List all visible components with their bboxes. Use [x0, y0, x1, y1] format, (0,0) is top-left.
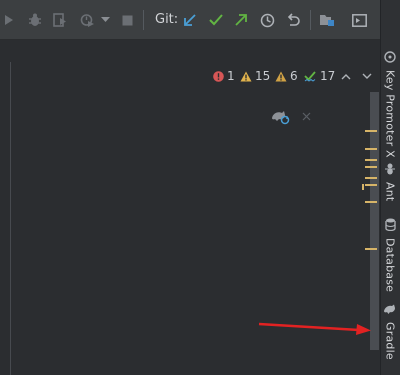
typo-count: 17	[320, 69, 336, 83]
tab-key-promoter-x[interactable]: Key Promoter X	[380, 48, 400, 158]
error-counter[interactable]: 1	[212, 69, 235, 83]
main-toolbar: Git:	[0, 0, 380, 40]
database-icon	[384, 216, 396, 235]
warning-marker[interactable]	[365, 148, 377, 150]
ant-icon	[384, 160, 396, 179]
editor-gutter-border	[10, 62, 11, 375]
warning-marker[interactable]	[365, 248, 377, 250]
profile-icon[interactable]	[78, 11, 96, 29]
tab-database-label: Database	[383, 238, 397, 293]
weak-warning-counter[interactable]: 6	[275, 69, 298, 83]
close-icon[interactable]	[300, 109, 312, 123]
terminal-icon[interactable]	[350, 11, 368, 29]
weak-warning-count: 6	[290, 69, 298, 83]
toolbar-separator	[310, 10, 311, 30]
tab-gradle[interactable]: Gradle	[380, 300, 400, 360]
coverage-icon[interactable]	[51, 11, 69, 29]
git-commit-icon[interactable]	[207, 11, 225, 29]
error-stripe[interactable]	[362, 92, 379, 350]
warning-marker[interactable]	[365, 130, 377, 132]
error-count: 1	[227, 69, 235, 83]
typo-counter[interactable]: 17	[304, 69, 335, 83]
tab-key-promoter-x-label: Key Promoter X	[383, 70, 397, 158]
debug-icon[interactable]	[26, 11, 44, 29]
caret-marker	[362, 184, 364, 190]
project-structure-icon[interactable]	[317, 11, 337, 29]
tab-database[interactable]: Database	[380, 216, 400, 292]
key-promoter-icon	[384, 48, 396, 67]
warning-marker[interactable]	[365, 177, 377, 179]
typo-icon	[304, 70, 317, 82]
previous-highlight-icon[interactable]	[339, 69, 353, 83]
tab-gradle-label: Gradle	[383, 322, 397, 360]
dropdown-icon[interactable]	[99, 11, 111, 29]
warning-marker[interactable]	[365, 166, 377, 168]
warning-counter[interactable]: 15	[240, 69, 270, 83]
run-icon[interactable]	[2, 11, 16, 29]
git-update-icon[interactable]	[181, 11, 199, 29]
warning-icon	[240, 70, 252, 82]
stop-icon[interactable]	[120, 11, 134, 29]
tab-ant[interactable]: Ant	[380, 160, 400, 201]
warning-count: 15	[255, 69, 271, 83]
next-highlight-icon[interactable]	[360, 69, 374, 83]
tab-ant-label: Ant	[383, 182, 397, 202]
git-push-icon[interactable]	[232, 11, 250, 29]
warning-marker[interactable]	[365, 159, 377, 161]
git-label: Git:	[155, 12, 179, 27]
warning-marker[interactable]	[365, 201, 377, 203]
weak-warning-icon	[275, 70, 287, 82]
gradle-icon	[383, 300, 397, 319]
gradle-reload-icon[interactable]	[269, 108, 291, 126]
history-icon[interactable]	[258, 11, 276, 29]
annotation-arrow	[258, 322, 371, 335]
warning-marker[interactable]	[365, 184, 377, 186]
toolbar-separator	[143, 10, 144, 30]
rollback-icon[interactable]	[284, 11, 302, 29]
error-icon	[212, 70, 224, 82]
